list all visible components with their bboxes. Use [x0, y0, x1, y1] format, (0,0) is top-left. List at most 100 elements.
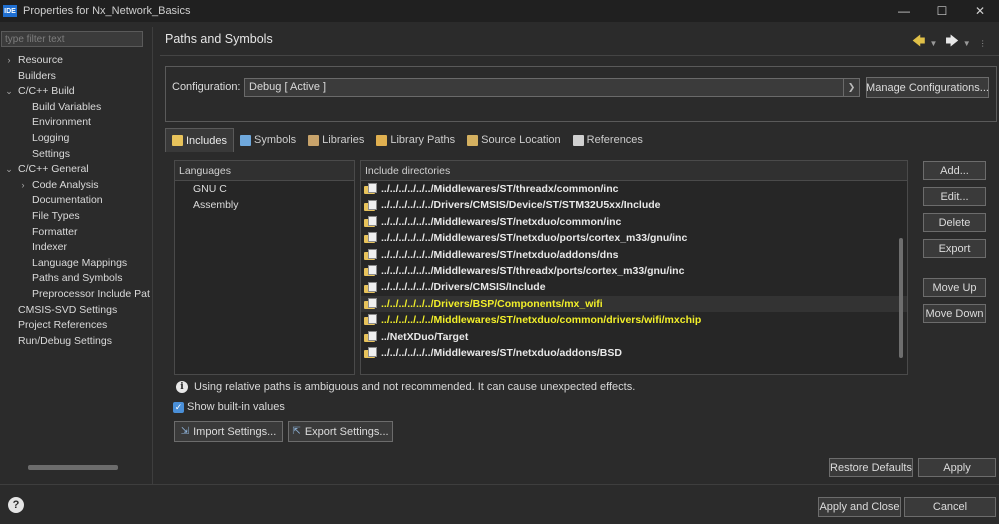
nav-item-preprocessor-include-pat[interactable]: Preprocessor Include Pat — [0, 287, 150, 303]
export-button[interactable]: Export — [923, 239, 986, 258]
nav-item-label: Documentation — [32, 194, 103, 207]
back-arrow-icon[interactable]: 🡄 — [912, 32, 925, 54]
back-dropdown-icon[interactable]: ▼ — [929, 39, 937, 48]
maximize-button[interactable]: ☐ — [923, 0, 961, 22]
include-directory-row[interactable]: ../../../../../../Middlewares/ST/threadx… — [361, 181, 907, 197]
header-divider — [160, 55, 999, 56]
nav-item-label: Preprocessor Include Pat — [32, 287, 150, 300]
chevron-down-icon[interactable]: ⌄ — [4, 162, 14, 178]
tab-library-paths[interactable]: Library Paths — [370, 128, 461, 152]
include-directory-row[interactable]: ../../../../../../Drivers/CMSIS/Include — [361, 279, 907, 295]
configuration-select[interactable]: Debug [ Active ] ❯ — [244, 78, 860, 97]
help-icon[interactable]: ? — [8, 497, 24, 513]
include-directory-row[interactable]: ../../../../../../Middlewares/ST/netxduo… — [361, 230, 907, 246]
nav-item-project-references[interactable]: Project References — [0, 318, 150, 334]
nav-item-label: Indexer — [32, 241, 68, 254]
export-settings-label: Export Settings... — [304, 425, 389, 438]
footer-divider — [0, 484, 999, 485]
restore-defaults-button[interactable]: Restore Defaults — [829, 458, 913, 477]
nav-item-label: C/C++ Build — [18, 85, 75, 98]
symbols-icon — [239, 134, 251, 146]
move-down-button[interactable]: Move Down — [923, 304, 986, 323]
nav-item-label: CMSIS-SVD Settings — [18, 303, 118, 316]
show-builtin-checkbox[interactable]: ✓ — [173, 401, 184, 413]
nav-item-file-types[interactable]: File Types — [0, 209, 150, 225]
include-path: ../../../../../../Middlewares/ST/netxduo… — [381, 248, 619, 261]
include-list-scrollbar[interactable] — [899, 238, 903, 358]
nav-item-c-c-general[interactable]: ⌄ C/C++ General — [0, 162, 150, 178]
include-directory-row[interactable]: ../../../../../../Middlewares/ST/netxduo… — [361, 214, 907, 230]
chevron-right-icon[interactable]: › — [4, 53, 14, 69]
export-settings-button[interactable]: ⇱ Export Settings... — [288, 421, 393, 442]
minimize-button[interactable]: — — [885, 0, 923, 22]
move-up-button[interactable]: Move Up — [923, 278, 986, 297]
nav-item-code-analysis[interactable]: › Code Analysis — [0, 178, 150, 194]
include-directory-row[interactable]: ../../../../../../Middlewares/ST/threadx… — [361, 263, 907, 279]
nav-item-builders[interactable]: Builders — [0, 69, 150, 85]
delete-button[interactable]: Delete — [923, 213, 986, 232]
add-button[interactable]: Add... — [923, 161, 986, 180]
import-settings-label: Import Settings... — [193, 425, 277, 438]
import-settings-button[interactable]: ⇲ Import Settings... — [174, 421, 283, 442]
configuration-value: Debug [ Active ] — [249, 81, 327, 93]
include-directory-row[interactable]: ../../../../../../Middlewares/ST/netxduo… — [361, 345, 907, 361]
nav-item-run-debug-settings[interactable]: Run/Debug Settings — [0, 334, 150, 350]
close-button[interactable]: ✕ — [961, 0, 999, 22]
language-item[interactable]: GNU C — [175, 181, 354, 197]
include-path: ../../../../../../Middlewares/ST/threadx… — [381, 264, 685, 277]
nav-item-label: Build Variables — [32, 100, 102, 113]
include-directory-row[interactable]: ../../../../../../Drivers/CMSIS/Device/S… — [361, 197, 907, 213]
chevron-down-icon[interactable]: ❯ — [843, 79, 859, 96]
tab-label: Symbols — [253, 134, 297, 146]
tab-references[interactable]: References — [567, 128, 649, 152]
nav-item-build-variables[interactable]: Build Variables — [0, 100, 150, 116]
nav-item-logging[interactable]: Logging — [0, 131, 150, 147]
tab-symbols[interactable]: Symbols — [234, 128, 302, 152]
forward-dropdown-icon[interactable]: ▼ — [963, 39, 971, 48]
apply-button[interactable]: Apply — [918, 458, 996, 477]
include-directory-row[interactable]: ../../../../../../Drivers/BSP/Components… — [361, 295, 907, 313]
include-folder-icon — [364, 199, 378, 212]
forward-arrow-icon[interactable]: 🡆 — [945, 32, 958, 54]
manage-configurations-button[interactable]: Manage Configurations... — [866, 77, 989, 98]
pane-splitter[interactable] — [152, 27, 153, 484]
apply-and-close-button[interactable]: Apply and Close — [818, 497, 901, 517]
edit-button[interactable]: Edit... — [923, 187, 986, 206]
tab-source-location[interactable]: Source Location — [461, 128, 567, 152]
nav-item-formatter[interactable]: Formatter — [0, 225, 150, 241]
include-directory-row[interactable]: ../NetXDuo/Target — [361, 329, 907, 345]
include-path: ../../../../../../Middlewares/ST/threadx… — [381, 183, 619, 195]
chevron-right-icon[interactable]: › — [18, 178, 28, 194]
chevron-down-icon[interactable]: ⌄ — [4, 84, 14, 100]
include-path: ../../../../../../Drivers/BSP/Components… — [381, 297, 603, 310]
nav-item-label: Resource — [18, 54, 63, 66]
filter-input[interactable] — [1, 31, 143, 47]
nav-item-indexer[interactable]: Indexer — [0, 240, 150, 256]
include-path: ../../../../../../Drivers/CMSIS/Include — [381, 281, 546, 294]
export-icon: ⇱ — [292, 426, 301, 437]
nav-horizontal-scrollbar[interactable] — [28, 465, 118, 470]
nav-item-c-c-build[interactable]: ⌄ C/C++ Build — [0, 84, 150, 100]
tab-includes[interactable]: Includes — [165, 128, 234, 152]
tab-libraries[interactable]: Libraries — [302, 128, 370, 152]
include-directory-row[interactable]: ../../../../../../Middlewares/ST/netxduo… — [361, 247, 907, 263]
nav-item-settings[interactable]: Settings — [0, 147, 150, 163]
include-path: ../../../../../../Middlewares/ST/netxduo… — [381, 346, 622, 359]
nav-item-environment[interactable]: Environment — [0, 115, 150, 131]
include-directory-row[interactable]: ../../../../../../Middlewares/ST/netxduo… — [361, 312, 907, 328]
info-icon: i — [176, 381, 188, 393]
cancel-button[interactable]: Cancel — [904, 497, 996, 517]
tab-bar: Includes Symbols Libraries Library Paths Sou… — [165, 128, 649, 152]
nav-item-resource[interactable]: › Resource — [0, 53, 150, 69]
nav-item-paths-and-symbols[interactable]: Paths and Symbols — [0, 271, 150, 287]
nav-item-cmsis-svd-settings[interactable]: CMSIS-SVD Settings — [0, 303, 150, 319]
nav-item-documentation[interactable]: Documentation — [0, 193, 150, 209]
include-folder-icon — [364, 347, 378, 359]
show-builtin-option[interactable]: ✓ Show built-in values — [173, 401, 285, 413]
language-item[interactable]: Assembly — [175, 197, 354, 213]
include-folder-icon — [364, 281, 378, 294]
nav-item-language-mappings[interactable]: Language Mappings — [0, 256, 150, 272]
tab-label: Libraries — [322, 134, 365, 146]
view-menu-icon[interactable]: ⋮ — [979, 39, 987, 48]
nav-item-label: Builders — [18, 69, 56, 82]
